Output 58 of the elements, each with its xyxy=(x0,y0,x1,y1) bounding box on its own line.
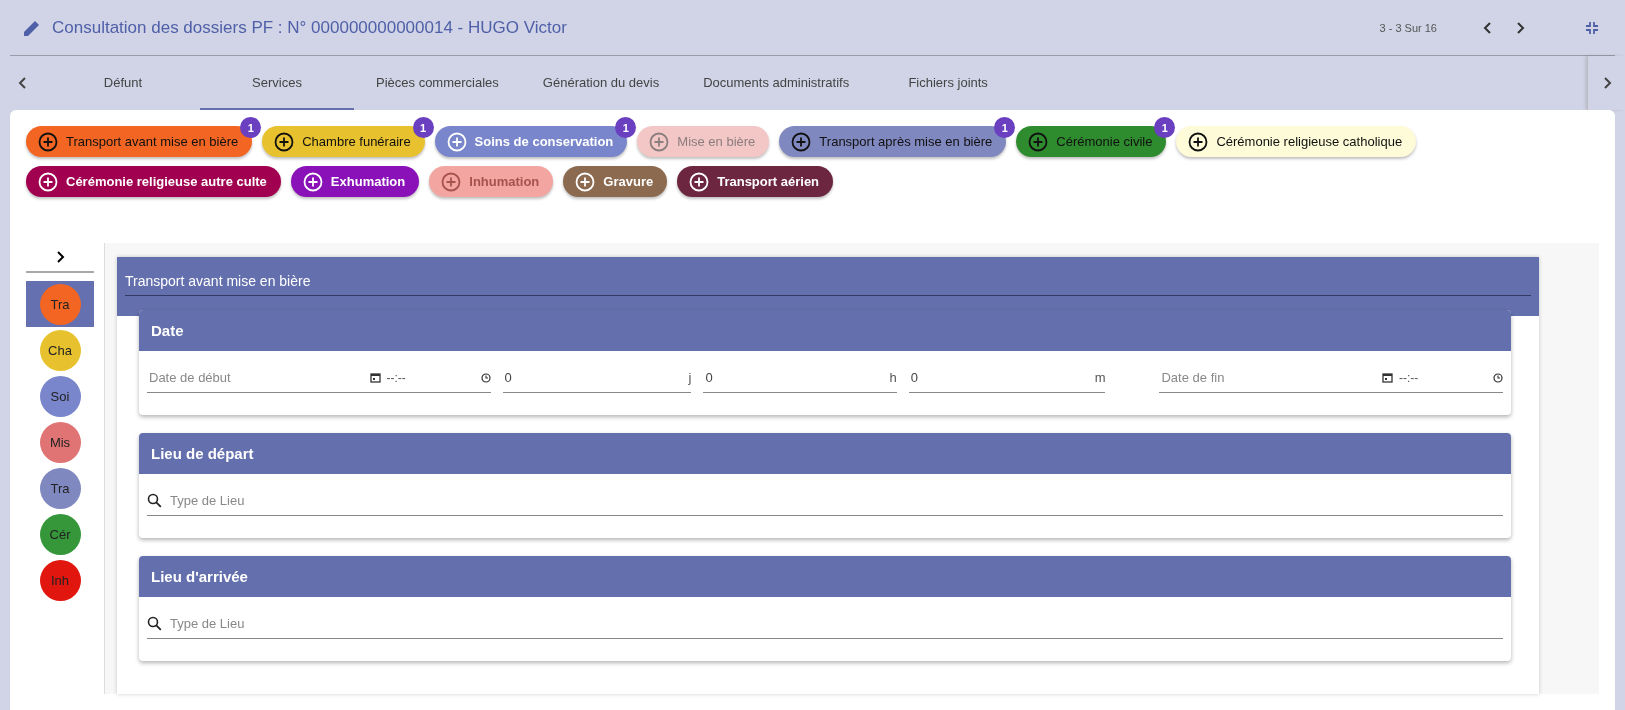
count-badge: 1 xyxy=(994,117,1016,138)
service-dot[interactable]: Mis xyxy=(39,421,81,463)
plus-circle-icon xyxy=(38,131,58,152)
plus-circle-icon xyxy=(575,171,596,192)
tab[interactable]: Fichiers joints xyxy=(871,56,1026,110)
count-badge: 1 xyxy=(240,117,262,138)
plus-circle-icon xyxy=(302,171,323,192)
service-chip[interactable]: Transport aérien xyxy=(677,166,834,197)
count-badge: 1 xyxy=(615,117,637,138)
count-badge: 1 xyxy=(1154,117,1176,138)
plus-circle-icon xyxy=(649,131,670,152)
service-dot[interactable]: Cha xyxy=(39,329,81,371)
number-input[interactable]: 0 xyxy=(908,369,1089,386)
card-title: Lieu d'arrivée xyxy=(151,568,248,585)
service-dot[interactable]: Cér xyxy=(39,513,81,555)
calendar-icon xyxy=(369,372,381,383)
search-input[interactable]: Type de Lieu xyxy=(168,615,1503,632)
plus-circle-icon xyxy=(791,131,812,152)
clock-icon xyxy=(480,372,491,383)
tab[interactable]: Documents administratifs xyxy=(681,56,872,110)
unit-label: j xyxy=(688,370,692,385)
service-chip[interactable]: Cérémonie religieuse catholique xyxy=(1176,126,1417,157)
number-input[interactable]: 0 xyxy=(703,369,884,386)
search-icon xyxy=(147,493,162,508)
clock-icon xyxy=(1493,372,1503,383)
date-input[interactable]: Date de fin xyxy=(1159,369,1376,386)
tab[interactable]: Génération du devis xyxy=(520,56,682,110)
time-text: --:-- xyxy=(386,370,407,385)
unit-label: h xyxy=(889,370,897,385)
tab[interactable]: Pièces commerciales xyxy=(354,56,521,110)
plus-circle-icon xyxy=(1188,131,1209,152)
service-dot[interactable]: Soi xyxy=(39,375,81,417)
service-dot[interactable]: Tra xyxy=(39,467,81,509)
card-title: Lieu de départ xyxy=(151,445,254,462)
time-text: --:-- xyxy=(1399,370,1420,385)
window-title: Consultation des dossiers PF : N° 000000000000014 - HUGO Victor xyxy=(52,17,568,38)
card-title: Date xyxy=(151,322,184,339)
service-chip[interactable]: Cérémonie religieuse autre culte xyxy=(26,166,281,197)
tab[interactable]: Défunt xyxy=(46,56,200,110)
plus-circle-icon xyxy=(446,131,467,152)
service-dot[interactable]: Tra xyxy=(39,283,81,325)
date-input[interactable]: Date de début xyxy=(147,369,364,386)
panel-title: Transport avant mise en bière xyxy=(125,273,1531,296)
unit-label: m xyxy=(1094,370,1106,385)
plus-circle-icon xyxy=(1028,131,1049,152)
plus-circle-icon xyxy=(274,131,295,152)
search-input[interactable]: Type de Lieu xyxy=(168,492,1503,509)
plus-circle-icon xyxy=(441,171,462,192)
plus-circle-icon xyxy=(38,171,58,192)
count-badge: 1 xyxy=(412,117,434,138)
service-chip[interactable]: Gravure xyxy=(563,166,668,197)
calendar-icon xyxy=(1382,372,1393,383)
search-icon xyxy=(147,616,162,631)
service-chip[interactable]: Exhumation xyxy=(290,166,420,197)
collapse-icon xyxy=(1585,20,1599,35)
record-counter: 3 - 3 Sur 16 xyxy=(1379,21,1437,34)
plus-circle-icon xyxy=(689,171,710,192)
number-input[interactable]: 0 xyxy=(502,369,683,386)
